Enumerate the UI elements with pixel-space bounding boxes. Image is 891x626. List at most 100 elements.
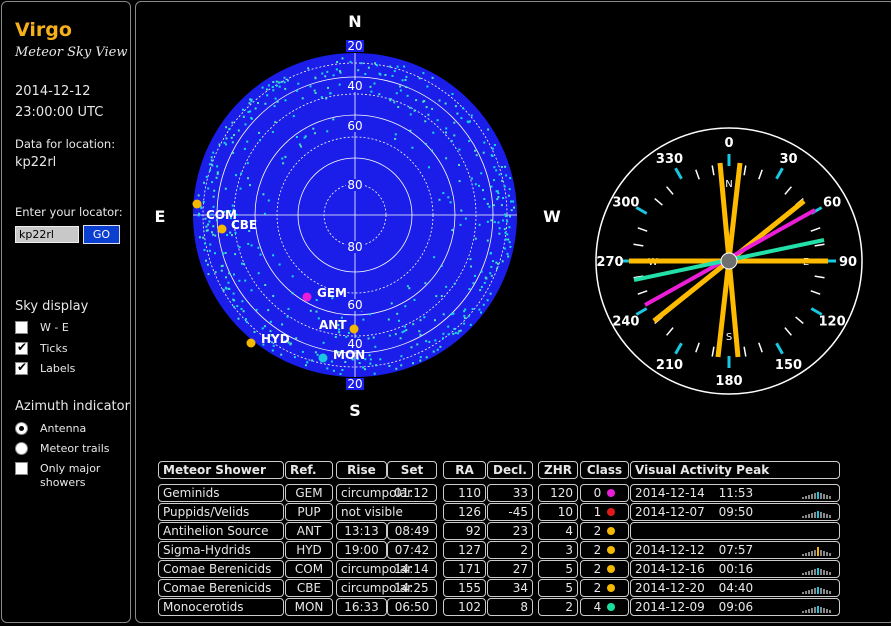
star-dot — [274, 121, 277, 124]
radiant-cbe[interactable] — [217, 224, 227, 234]
star-dot — [504, 231, 507, 234]
star-dot — [271, 349, 274, 352]
star-dot — [339, 71, 342, 74]
activity-bar — [802, 497, 804, 499]
star-dot — [419, 356, 422, 359]
star-dot — [478, 308, 481, 311]
row-peak: 2014-12-16 00:16 — [630, 560, 840, 578]
radiant-gem[interactable] — [302, 292, 312, 302]
star-dot — [486, 299, 489, 302]
star-dot — [364, 368, 366, 371]
header-ra: RA — [443, 461, 486, 479]
star-dot — [275, 80, 278, 83]
star-dot — [238, 246, 241, 249]
star-dot — [290, 342, 292, 345]
star-dot — [498, 173, 501, 176]
star-dot — [211, 164, 214, 167]
star-dot — [224, 252, 227, 254]
peak-date: 2014-12-12 — [635, 543, 709, 557]
star-dot — [214, 252, 216, 255]
star-dot — [493, 166, 496, 169]
activity-bar — [814, 607, 816, 613]
star-dot — [358, 362, 361, 364]
star-dot — [445, 285, 448, 288]
star-dot — [447, 333, 450, 336]
class-dot-icon — [607, 508, 616, 516]
star-dot — [457, 332, 460, 335]
star-dot — [301, 350, 304, 353]
star-dot — [286, 79, 289, 82]
row-decl: 2 — [487, 541, 533, 559]
activity-bar — [823, 570, 825, 575]
star-dot — [213, 189, 216, 192]
star-dot — [281, 323, 284, 326]
star-dot — [459, 223, 462, 226]
radiant-hyd[interactable] — [246, 338, 256, 348]
azimuth-label: 240 — [612, 315, 639, 330]
radiant-mon[interactable] — [318, 353, 328, 363]
row-shower-name: Geminids — [158, 484, 284, 502]
radiant-ant[interactable] — [349, 324, 359, 334]
star-dot — [373, 372, 376, 375]
star-dot — [501, 179, 504, 182]
star-dot — [240, 172, 243, 175]
star-dot — [212, 233, 215, 236]
row-ra: 155 — [443, 579, 486, 597]
star-dot — [327, 86, 329, 89]
star-dot — [425, 106, 428, 109]
star-dot — [405, 329, 408, 332]
star-dot — [364, 73, 367, 75]
star-dot — [475, 154, 478, 157]
star-dot — [212, 151, 215, 154]
star-dot — [369, 85, 372, 88]
star-dot — [211, 181, 214, 184]
star-dot — [490, 219, 493, 222]
header-class: Class — [580, 461, 629, 479]
star-dot — [244, 318, 247, 321]
star-dot — [367, 66, 370, 69]
azimuth-label: 300 — [612, 196, 639, 211]
class-value: 0 — [593, 486, 602, 500]
star-dot — [368, 354, 371, 357]
compass-west: W — [543, 207, 561, 226]
star-dot — [301, 97, 304, 100]
star-dot — [247, 242, 250, 245]
star-dot — [275, 84, 278, 87]
star-dot — [502, 219, 505, 222]
star-dot — [425, 340, 428, 343]
row-rise-set: not visible — [336, 503, 437, 521]
azimuth-label: 90 — [839, 255, 857, 270]
star-dot — [506, 220, 509, 223]
row-rise-set: circumpolar 14:25 — [336, 579, 437, 597]
activity-bar — [829, 572, 831, 575]
star-dot — [277, 81, 280, 84]
star-dot — [440, 295, 443, 297]
star-dot — [452, 332, 455, 335]
star-dot — [479, 289, 482, 292]
activity-bar — [808, 495, 810, 499]
star-dot — [207, 223, 210, 226]
compass-north: N — [348, 12, 361, 31]
star-dot — [411, 146, 414, 149]
activity-bar — [811, 608, 813, 613]
star-dot — [396, 65, 399, 68]
star-dot — [404, 79, 407, 81]
row-ra: 110 — [443, 484, 486, 502]
star-dot — [231, 121, 234, 124]
radiant-com[interactable] — [192, 199, 202, 209]
class-dot-icon — [607, 603, 616, 611]
star-dot — [322, 341, 325, 344]
star-dot — [228, 272, 231, 275]
activity-bar — [808, 609, 810, 613]
row-ref: HYD — [285, 541, 333, 559]
star-dot — [491, 147, 494, 150]
star-dot — [450, 139, 453, 142]
star-dot — [500, 204, 503, 207]
star-dot — [470, 114, 473, 117]
star-dot — [442, 332, 445, 335]
activity-bar — [814, 512, 816, 518]
star-dot — [374, 345, 377, 348]
star-dot — [373, 82, 376, 85]
star-dot — [423, 316, 426, 319]
star-dot — [474, 237, 477, 240]
